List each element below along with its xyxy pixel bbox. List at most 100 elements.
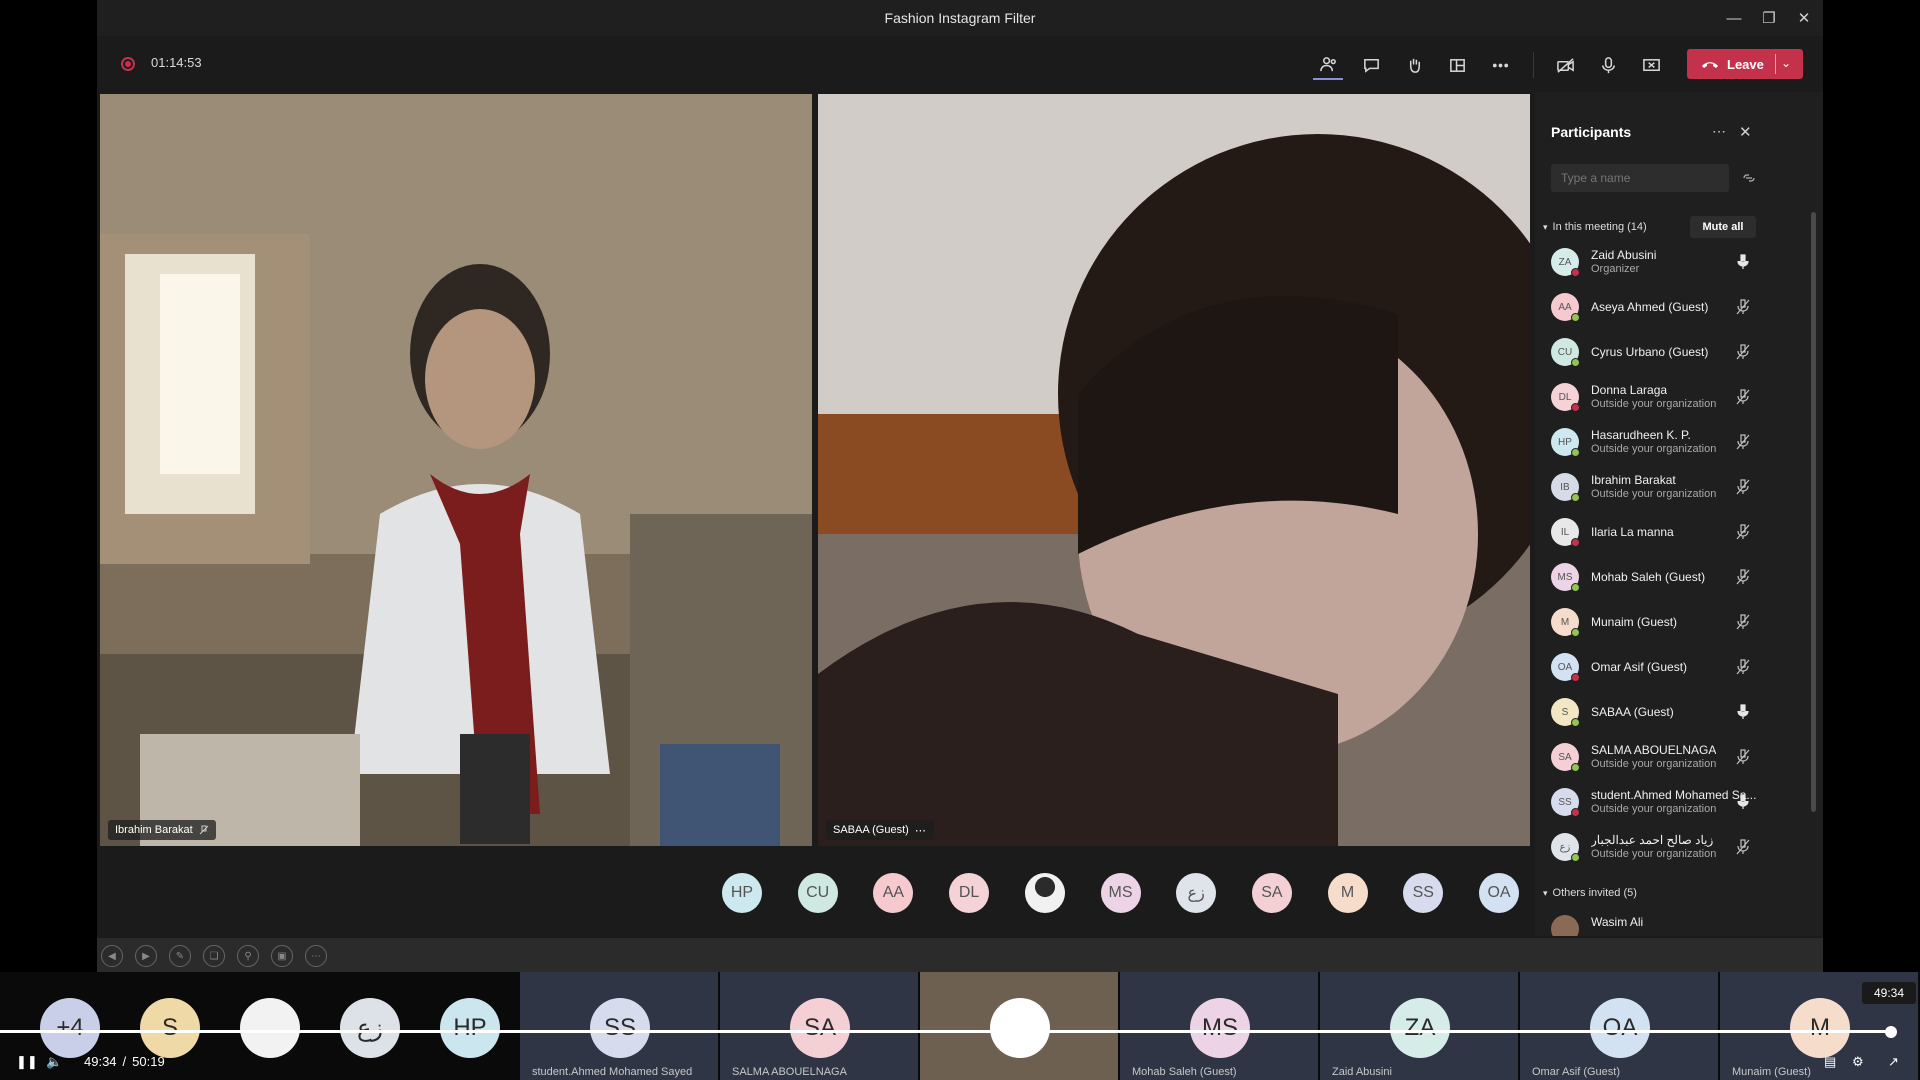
presence-status-icon <box>1571 628 1580 637</box>
participant-row[interactable]: AA Aseya Ahmed (Guest) <box>1535 285 1805 329</box>
participants-toggle-icon[interactable] <box>1313 50 1343 80</box>
in-meeting-section[interactable]: ▾ In this meeting (14) <box>1543 221 1647 233</box>
rooms-icon[interactable] <box>1442 50 1472 80</box>
tile-more-icon[interactable]: ⋯ <box>915 824 927 837</box>
chat-icon[interactable] <box>1356 50 1386 80</box>
mic-muted-icon[interactable] <box>1735 479 1751 495</box>
mic-muted-icon[interactable] <box>1735 524 1751 540</box>
presence-status-icon <box>1571 538 1580 547</box>
search-input[interactable] <box>1551 164 1729 192</box>
strip-avatar[interactable]: CU <box>797 873 838 913</box>
participant-row[interactable]: HP Hasarudheen K. P. Outside your organiza… <box>1535 420 1805 464</box>
microphone-icon[interactable] <box>1593 50 1623 80</box>
participant-row[interactable]: S SABAA (Guest) <box>1535 690 1805 734</box>
mic-on-icon[interactable] <box>1735 254 1751 270</box>
presence-status-icon <box>1571 403 1580 412</box>
mic-muted-icon[interactable] <box>1735 299 1751 315</box>
panel-close-icon[interactable]: ✕ <box>1739 123 1752 141</box>
window-title: Fashion Instagram Filter <box>884 10 1036 26</box>
participant-row[interactable]: SA SALMA ABOUELNAGA Outside your organizat… <box>1535 735 1805 779</box>
participant-row[interactable]: DL Donna Laraga Outside your organization <box>1535 375 1805 419</box>
minimize-icon[interactable]: — <box>1716 0 1752 36</box>
presence-status-icon <box>1571 493 1580 502</box>
panel-scrollbar[interactable] <box>1811 212 1816 812</box>
strip-avatar[interactable]: HP <box>722 873 762 913</box>
captions-icon[interactable]: ▤ <box>1824 1054 1836 1070</box>
share-invite-icon[interactable] <box>1741 170 1757 186</box>
camera-off-icon[interactable] <box>1550 50 1580 80</box>
strip-avatar[interactable]: زع <box>1176 873 1217 913</box>
participant-name: Zaid Abusini <box>1591 248 1657 262</box>
strip-avatar[interactable] <box>1024 873 1065 913</box>
muted-mic-icon <box>199 825 209 835</box>
next-icon[interactable]: ▶ <box>135 945 157 967</box>
panel-more-icon[interactable]: ⋯ <box>1712 123 1727 140</box>
participant-subtitle: Outside your organization <box>1591 398 1717 410</box>
video-tile: SABAA (Guest) ⋯ <box>818 94 1530 846</box>
copy-icon[interactable]: ❏ <box>203 945 225 967</box>
in-meeting-label: In this meeting (14) <box>1552 221 1647 233</box>
pause-icon[interactable]: ❚❚ <box>16 1054 38 1070</box>
previous-icon[interactable]: ◀ <box>101 945 123 967</box>
raise-hand-icon[interactable] <box>1399 50 1429 80</box>
mic-muted-icon[interactable] <box>1735 749 1751 765</box>
invited-row[interactable]: Wasim Ali <box>1535 907 1805 936</box>
mic-muted-icon[interactable] <box>1735 659 1751 675</box>
participant-row[interactable]: ZA Zaid Abusini Organizer <box>1535 240 1805 284</box>
zoom-icon[interactable]: ⚲ <box>237 945 259 967</box>
strip-avatar[interactable]: SA <box>1251 873 1292 913</box>
mic-muted-icon[interactable] <box>1735 344 1751 360</box>
strip-avatar[interactable]: M <box>1327 873 1368 913</box>
mic-muted-icon[interactable] <box>1735 389 1751 405</box>
participant-row[interactable]: SS student.Ahmed Mohamed Sa... Outside you… <box>1535 780 1805 824</box>
mic-on-icon[interactable] <box>1735 704 1751 720</box>
presence-status-icon <box>1571 583 1580 592</box>
participant-row[interactable]: MS Mohab Saleh (Guest) <box>1535 555 1805 599</box>
participant-row[interactable]: M Munaim (Guest) <box>1535 600 1805 644</box>
more-actions-icon[interactable] <box>1485 50 1515 80</box>
participant-row[interactable]: زع زياد صالح احمد عبدالجبار Outside your o… <box>1535 825 1805 869</box>
leave-options-chevron-icon[interactable]: ⌄ <box>1781 56 1791 70</box>
pen-icon[interactable]: ✎ <box>169 945 191 967</box>
participant-row[interactable]: OA Omar Asif (Guest) <box>1535 645 1805 689</box>
participant-subtitle: Outside your organization <box>1591 758 1717 770</box>
strip-avatar[interactable]: SS <box>1403 873 1444 913</box>
participant-name: Cyrus Urbano (Guest) <box>1591 345 1709 359</box>
strip-avatar[interactable]: MS <box>1100 873 1141 913</box>
expand-icon[interactable]: ↗ <box>1888 1054 1899 1070</box>
leave-button[interactable]: Leave ⌄ <box>1687 49 1803 79</box>
presence-status-icon <box>1571 268 1580 277</box>
participant-row[interactable]: CU Cyrus Urbano (Guest) <box>1535 330 1805 374</box>
participant-name: Mohab Saleh (Guest) <box>1591 570 1706 584</box>
title-bar: Fashion Instagram Filter — ❐ ✕ <box>97 0 1823 36</box>
settings-gear-icon[interactable]: ⚙ <box>1852 1054 1864 1070</box>
strip-avatar[interactable]: DL <box>949 873 990 913</box>
participant-name: SABAA (Guest) <box>1591 705 1674 719</box>
progress-thumb[interactable] <box>1885 1026 1898 1038</box>
progress-bar[interactable] <box>0 1030 1892 1033</box>
time-display: 49:34 / 50:19 <box>84 1054 165 1069</box>
strip-avatar[interactable]: OA <box>1479 873 1519 913</box>
mic-muted-icon[interactable] <box>1735 434 1751 450</box>
tile-name-label: Ibrahim Barakat <box>108 820 216 840</box>
screen-icon[interactable]: ▣ <box>271 945 293 967</box>
strip-avatar[interactable]: AA <box>873 873 914 913</box>
avatar <box>1551 915 1579 936</box>
others-invited-section[interactable]: ▾ Others invited (5) <box>1543 887 1637 899</box>
mic-muted-icon[interactable] <box>1735 839 1751 855</box>
participant-name: student.Ahmed Mohamed Sa... <box>1591 788 1757 802</box>
video-feed-sabaa <box>818 94 1530 846</box>
participant-row[interactable]: IL Ilaria La manna <box>1535 510 1805 554</box>
participant-subtitle: Outside your organization <box>1591 488 1717 500</box>
mic-on-icon[interactable] <box>1735 794 1751 810</box>
participant-name: Omar Asif (Guest) <box>1591 660 1688 674</box>
restore-icon[interactable]: ❐ <box>1751 0 1787 36</box>
close-window-icon[interactable]: ✕ <box>1786 0 1822 36</box>
mic-muted-icon[interactable] <box>1735 614 1751 630</box>
participant-row[interactable]: IB Ibrahim Barakat Outside your organizati… <box>1535 465 1805 509</box>
volume-icon[interactable]: 🔈 <box>46 1054 62 1070</box>
share-screen-icon[interactable] <box>1636 50 1666 80</box>
mute-all-button[interactable]: Mute all <box>1690 216 1756 238</box>
mic-muted-icon[interactable] <box>1735 569 1751 585</box>
more-icon[interactable]: ⋯ <box>305 945 327 967</box>
